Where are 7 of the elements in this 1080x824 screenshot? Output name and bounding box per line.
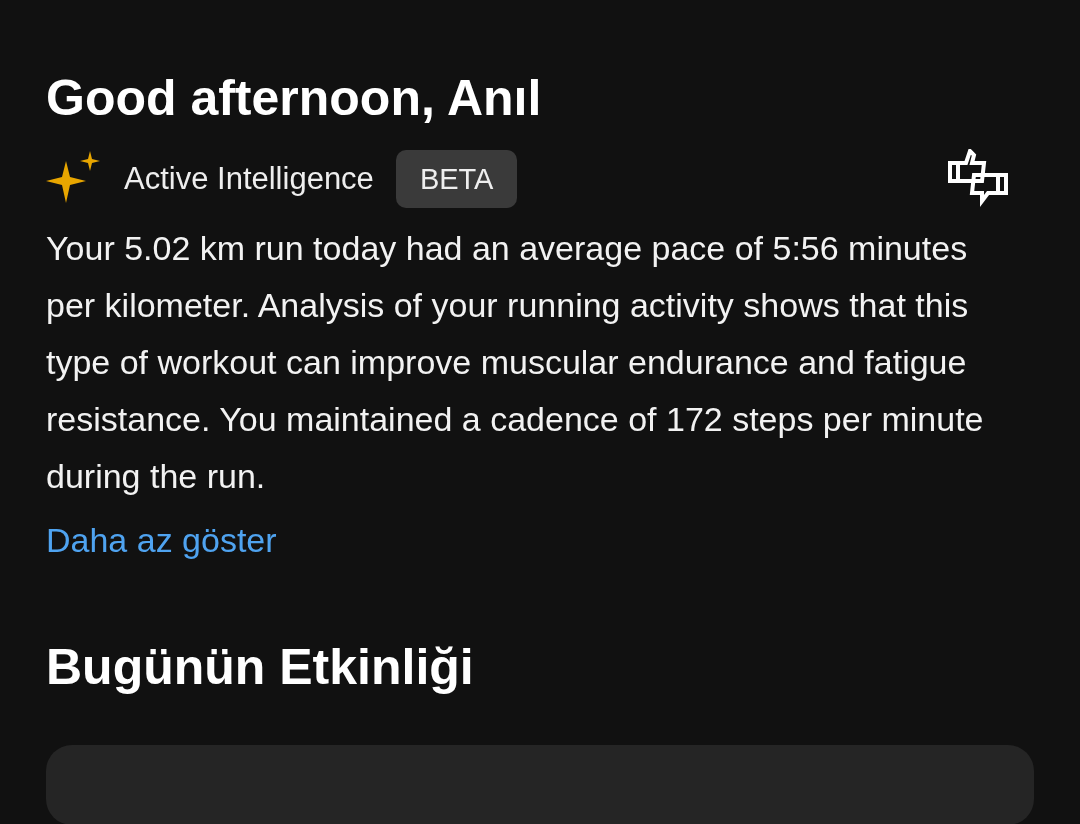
feature-title: Active Intelligence [124, 159, 374, 198]
show-less-link[interactable]: Daha az göster [46, 515, 277, 565]
feedback-thumbs-icon[interactable] [948, 149, 1008, 209]
insight-paragraph: Your 5.02 km run today had an average pace of 5:56 minutes per kilometer. Analysis of your running activity shows that this type of workout can improve muscular endurance and fatigue resistance. You maintained a cadence of 172 steps per minute during the run. [46, 228, 985, 497]
greeting-heading: Good afternoon, Anıl [46, 69, 542, 128]
beta-badge: BETA [395, 150, 518, 208]
section-heading: Bugünün Etkinliği [46, 638, 474, 697]
